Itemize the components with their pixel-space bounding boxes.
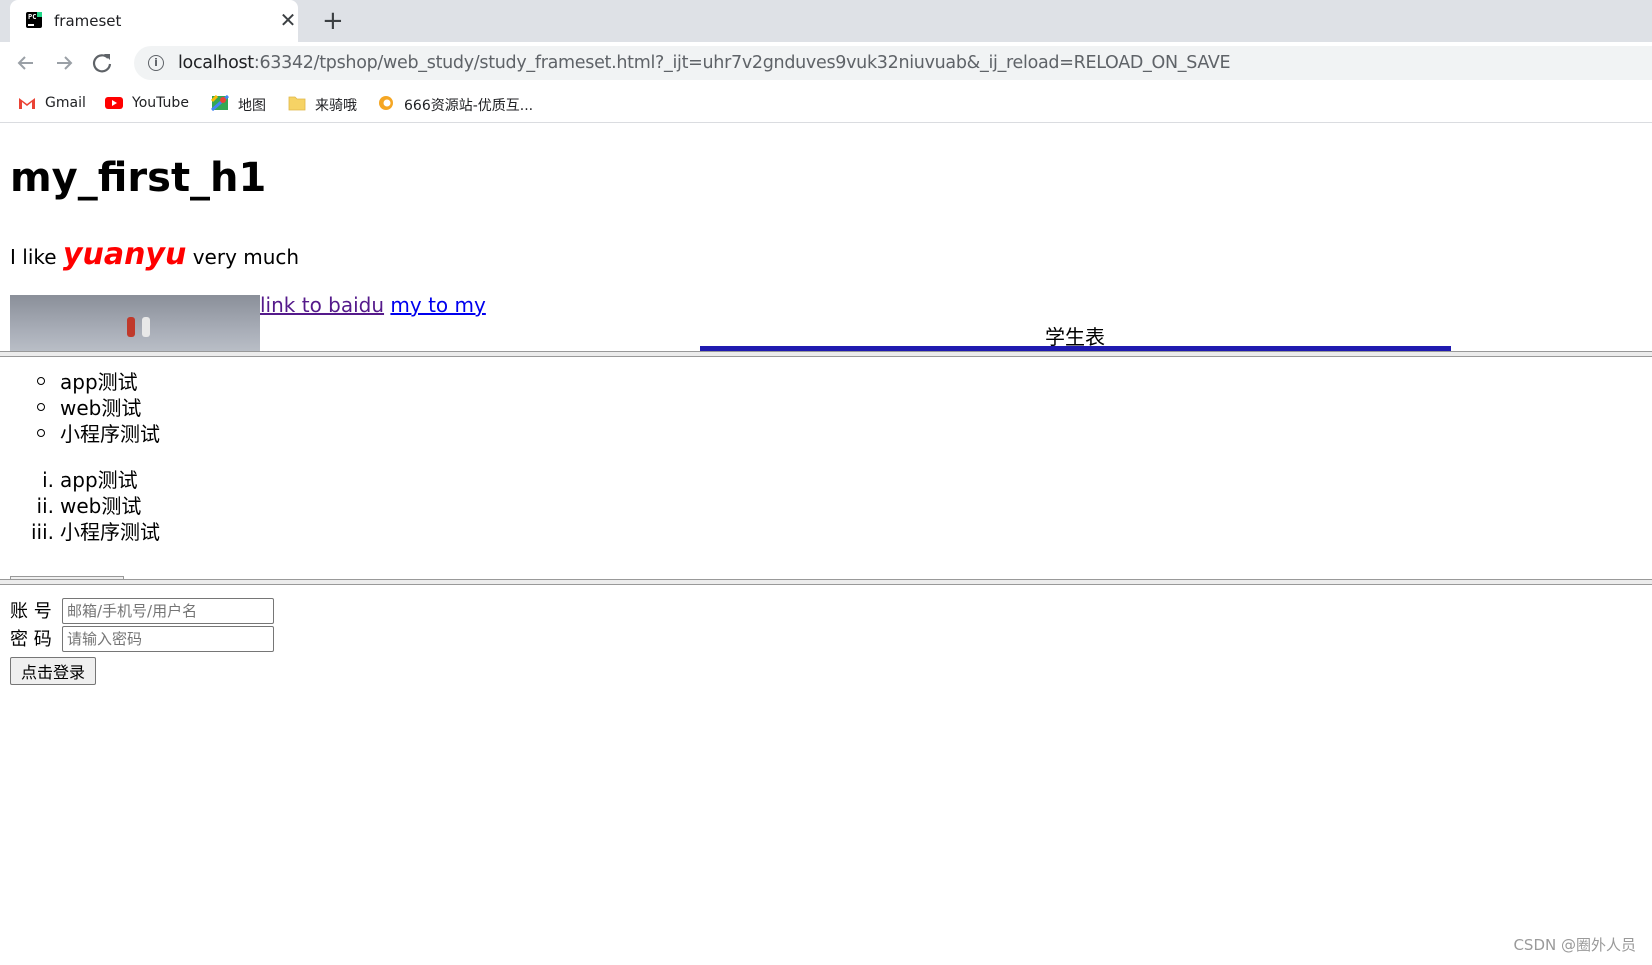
figure-white: [142, 317, 150, 337]
figure-red: [127, 317, 135, 337]
reload-icon[interactable]: [89, 50, 115, 76]
forward-arrow-icon[interactable]: [51, 50, 77, 76]
list-item: app测试: [0, 369, 160, 395]
links-row: link to baidu my to my: [260, 293, 486, 317]
browser-tab[interactable]: PC frameset ✕: [10, 0, 298, 42]
list-item: 小程序测试: [0, 421, 160, 447]
intro-paragraph: I like yuanyu very much: [10, 237, 299, 272]
list-item: web测试: [0, 395, 160, 421]
list-item: iii. 小程序测试: [0, 519, 160, 545]
tab-strip: PC frameset ✕ +: [0, 0, 1652, 42]
list-marker: iii.: [30, 520, 54, 544]
pycharm-icon: PC: [26, 12, 42, 28]
circle-bullet-icon: [37, 403, 45, 411]
thumbnail-image: [10, 295, 260, 351]
account-label: 账 号: [10, 601, 52, 622]
back-arrow-icon[interactable]: [13, 50, 39, 76]
account-input[interactable]: [62, 598, 274, 624]
ordered-list: i. app测试 ii. web测试 iii. 小程序测试: [0, 467, 160, 545]
list-item-text: web测试: [60, 494, 142, 518]
list-item-text: app测试: [60, 468, 138, 492]
bookmark-label: 来骑哦: [315, 98, 357, 114]
bottom-frame: 账 号 密 码 点击登录: [0, 585, 1652, 965]
folder-icon: [288, 96, 306, 111]
list-item-text: app测试: [60, 370, 138, 394]
site-icon: [379, 96, 393, 110]
top-frame: my_first_h1 I like yuanyu very much link…: [0, 123, 1652, 351]
list-item-text: 小程序测试: [60, 520, 160, 544]
circle-bullet-icon: [37, 377, 45, 385]
bookmark-label: 666资源站-优质互...: [404, 98, 534, 114]
tab-title: frameset: [54, 12, 122, 30]
list-marker: i.: [42, 468, 54, 492]
url-path: :63342/tpshop/web_study/study_frameset.h…: [253, 53, 1231, 73]
info-icon[interactable]: i: [148, 55, 164, 71]
bookmark-label: Gmail: [45, 95, 86, 111]
bookmark-label: 地图: [238, 98, 266, 114]
password-label: 密 码: [10, 629, 52, 650]
csdn-watermark: CSDN @圈外人员: [1513, 936, 1636, 954]
address-bar[interactable]: i localhost:63342/tpshop/web_study/study…: [134, 46, 1652, 80]
unordered-list: app测试 web测试 小程序测试: [0, 369, 160, 447]
list-item: ii. web测试: [0, 493, 160, 519]
browser-toolbar: i localhost:63342/tpshop/web_study/study…: [0, 42, 1652, 84]
password-input[interactable]: [62, 626, 274, 652]
bookmark-label: YouTube: [132, 95, 189, 111]
maps-icon: [211, 95, 229, 111]
url-host: localhost: [178, 53, 254, 73]
list-item-text: 小程序测试: [60, 422, 160, 446]
list-marker: ii.: [36, 494, 54, 518]
link-to-baidu[interactable]: link to baidu: [260, 293, 384, 317]
new-tab-icon[interactable]: +: [322, 6, 344, 36]
para-text-after: very much: [186, 245, 300, 269]
login-button[interactable]: 点击登录: [10, 657, 96, 685]
gmail-icon: [19, 98, 35, 109]
middle-frame: app测试 web测试 小程序测试 i. app测试 ii. web测试 iii. 小…: [0, 357, 1652, 579]
tab-close-icon[interactable]: ✕: [278, 8, 298, 32]
youtube-icon: [105, 97, 123, 109]
para-emphasis: yuanyu: [62, 237, 187, 272]
circle-bullet-icon: [37, 429, 45, 437]
list-item: i. app测试: [0, 467, 160, 493]
url-text[interactable]: localhost:63342/tpshop/web_study/study_f…: [178, 53, 1231, 73]
list-item-text: web测试: [60, 396, 142, 420]
bookmarks-bar: Gmail YouTube 地图 来骑哦 666资源站-优质互...: [0, 84, 1652, 123]
para-text-before: I like: [10, 245, 63, 269]
page-heading: my_first_h1: [10, 155, 267, 201]
link-my-to-my[interactable]: my to my: [390, 293, 485, 317]
